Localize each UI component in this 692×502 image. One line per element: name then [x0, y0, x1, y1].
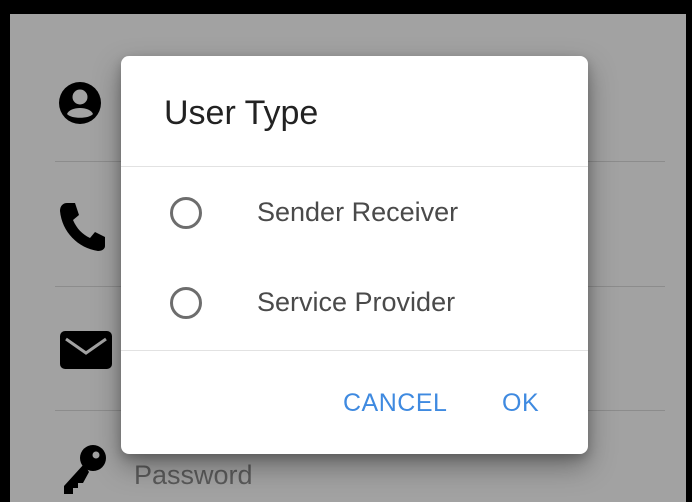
- radio-button[interactable]: [170, 287, 202, 319]
- option-label: Sender Receiver: [257, 197, 459, 227]
- mail-icon: [60, 331, 112, 374]
- key-icon: [60, 444, 108, 501]
- user-icon: [58, 81, 102, 130]
- option-service-provider[interactable]: Service Provider: [121, 270, 588, 340]
- option-label: Service Provider: [257, 287, 456, 317]
- option-sender-receiver[interactable]: Sender Receiver: [121, 180, 588, 250]
- ok-button[interactable]: OK: [502, 389, 539, 418]
- user-type-dialog: User Type Sender Receiver Service Provid…: [121, 56, 588, 454]
- radio-button[interactable]: [170, 197, 202, 229]
- registration-form-background: Password User Type Sender Receiver Servi…: [10, 14, 686, 502]
- dialog-title: User Type: [164, 94, 319, 132]
- screenshot-frame: Password User Type Sender Receiver Servi…: [0, 0, 692, 502]
- phone-icon: [58, 200, 106, 257]
- cancel-button[interactable]: CANCEL: [343, 389, 447, 418]
- dialog-divider: [121, 166, 588, 167]
- password-field[interactable]: Password: [134, 460, 253, 491]
- password-placeholder: Password: [134, 460, 253, 490]
- dialog-divider: [121, 350, 588, 351]
